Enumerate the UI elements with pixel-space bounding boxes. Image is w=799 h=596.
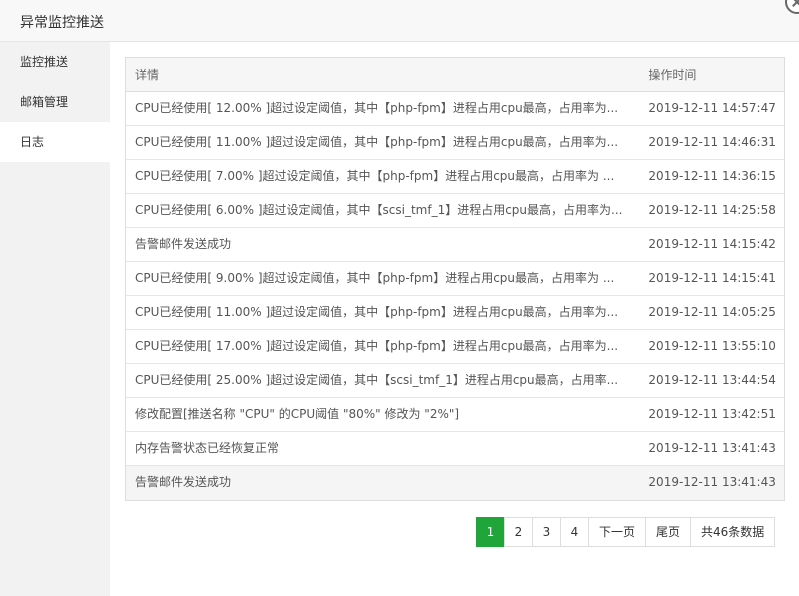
- pagination: 1 2 3 4 下一页 尾页 共46条数据: [476, 517, 776, 547]
- cell-time: 2019-12-11 14:36:15: [648, 169, 776, 183]
- table-row: CPU已经使用[ 6.00% ]超过设定阈值，其中【scsi_tmf_1】进程占…: [126, 194, 784, 228]
- monitor-dialog: 异常监控推送 监控推送 邮箱管理 日志 详情 操作时间 CPU已经使用[ 12.…: [0, 0, 799, 596]
- column-header-time: 操作时间: [648, 68, 697, 82]
- sidebar: 监控推送 邮箱管理 日志: [0, 42, 110, 596]
- cell-time: 2019-12-11 13:41:43: [648, 441, 776, 455]
- table-row: 告警邮件发送成功 2019-12-11 13:41:43: [126, 466, 784, 500]
- sidebar-item-log[interactable]: 日志: [0, 122, 110, 162]
- cell-time: 2019-12-11 14:57:47: [648, 101, 776, 115]
- page-1-button[interactable]: 1: [476, 517, 505, 547]
- cell-detail: CPU已经使用[ 25.00% ]超过设定阈值，其中【scsi_tmf_1】进程…: [135, 373, 619, 387]
- page-3-button[interactable]: 3: [532, 517, 561, 547]
- cell-time: 2019-12-11 14:05:25: [648, 305, 776, 319]
- table-row: CPU已经使用[ 17.00% ]超过设定阈值，其中【php-fpm】进程占用c…: [126, 330, 784, 364]
- cell-detail: CPU已经使用[ 9.00% ]超过设定阈值，其中【php-fpm】进程占用cp…: [135, 271, 615, 285]
- sidebar-item-email[interactable]: 邮箱管理: [0, 82, 110, 122]
- table-row: 内存告警状态已经恢复正常 2019-12-11 13:41:43: [126, 432, 784, 466]
- cell-detail: 修改配置[推送名称 "CPU" 的CPU阈值 "80%" 修改为 "2%"]: [135, 407, 460, 421]
- table-row: CPU已经使用[ 9.00% ]超过设定阈值，其中【php-fpm】进程占用cp…: [126, 262, 784, 296]
- cell-detail: CPU已经使用[ 6.00% ]超过设定阈值，其中【scsi_tmf_1】进程占…: [135, 203, 623, 217]
- cell-time: 2019-12-11 14:15:41: [648, 271, 776, 285]
- cell-time: 2019-12-11 13:55:10: [648, 339, 776, 353]
- dialog-title: 异常监控推送: [20, 15, 104, 31]
- cell-detail: CPU已经使用[ 11.00% ]超过设定阈值，其中【php-fpm】进程占用c…: [135, 135, 619, 149]
- last-page-button[interactable]: 尾页: [645, 517, 692, 547]
- dialog-titlebar: 异常监控推送: [0, 0, 799, 42]
- cell-detail: 告警邮件发送成功: [135, 475, 232, 489]
- table-row: CPU已经使用[ 12.00% ]超过设定阈值，其中【php-fpm】进程占用c…: [126, 92, 784, 126]
- cell-detail: CPU已经使用[ 17.00% ]超过设定阈值，其中【php-fpm】进程占用c…: [135, 339, 619, 353]
- cell-time: 2019-12-11 13:44:54: [648, 373, 776, 387]
- cell-detail: 告警邮件发送成功: [135, 237, 232, 251]
- table-row: CPU已经使用[ 25.00% ]超过设定阈值，其中【scsi_tmf_1】进程…: [126, 364, 784, 398]
- cell-detail: 内存告警状态已经恢复正常: [135, 441, 280, 455]
- table-row: CPU已经使用[ 11.00% ]超过设定阈值，其中【php-fpm】进程占用c…: [126, 296, 784, 330]
- cell-time: 2019-12-11 13:41:43: [648, 475, 776, 489]
- log-table: 详情 操作时间 CPU已经使用[ 12.00% ]超过设定阈值，其中【php-f…: [125, 57, 785, 501]
- cell-time: 2019-12-11 14:46:31: [648, 135, 776, 149]
- cell-time: 2019-12-11 14:25:58: [648, 203, 776, 217]
- cell-detail: CPU已经使用[ 11.00% ]超过设定阈值，其中【php-fpm】进程占用c…: [135, 305, 619, 319]
- table-row: 告警邮件发送成功 2019-12-11 14:15:42: [126, 228, 784, 262]
- log-panel: 详情 操作时间 CPU已经使用[ 12.00% ]超过设定阈值，其中【php-f…: [110, 42, 799, 596]
- page-2-button[interactable]: 2: [504, 517, 533, 547]
- table-row: CPU已经使用[ 11.00% ]超过设定阈值，其中【php-fpm】进程占用c…: [126, 126, 784, 160]
- sidebar-item-push[interactable]: 监控推送: [0, 42, 110, 82]
- cell-time: 2019-12-11 13:42:51: [648, 407, 776, 421]
- total-count: 共46条数据: [690, 517, 776, 547]
- table-row: CPU已经使用[ 7.00% ]超过设定阈值，其中【php-fpm】进程占用cp…: [126, 160, 784, 194]
- cell-time: 2019-12-11 14:15:42: [648, 237, 776, 251]
- cell-detail: CPU已经使用[ 7.00% ]超过设定阈值，其中【php-fpm】进程占用cp…: [135, 169, 615, 183]
- cell-detail: CPU已经使用[ 12.00% ]超过设定阈值，其中【php-fpm】进程占用c…: [135, 101, 619, 115]
- column-header-detail: 详情: [135, 68, 160, 82]
- page-4-button[interactable]: 4: [560, 517, 589, 547]
- table-row: 修改配置[推送名称 "CPU" 的CPU阈值 "80%" 修改为 "2%"] 2…: [126, 398, 784, 432]
- table-header: 详情 操作时间: [126, 58, 784, 92]
- next-page-button[interactable]: 下一页: [588, 517, 647, 547]
